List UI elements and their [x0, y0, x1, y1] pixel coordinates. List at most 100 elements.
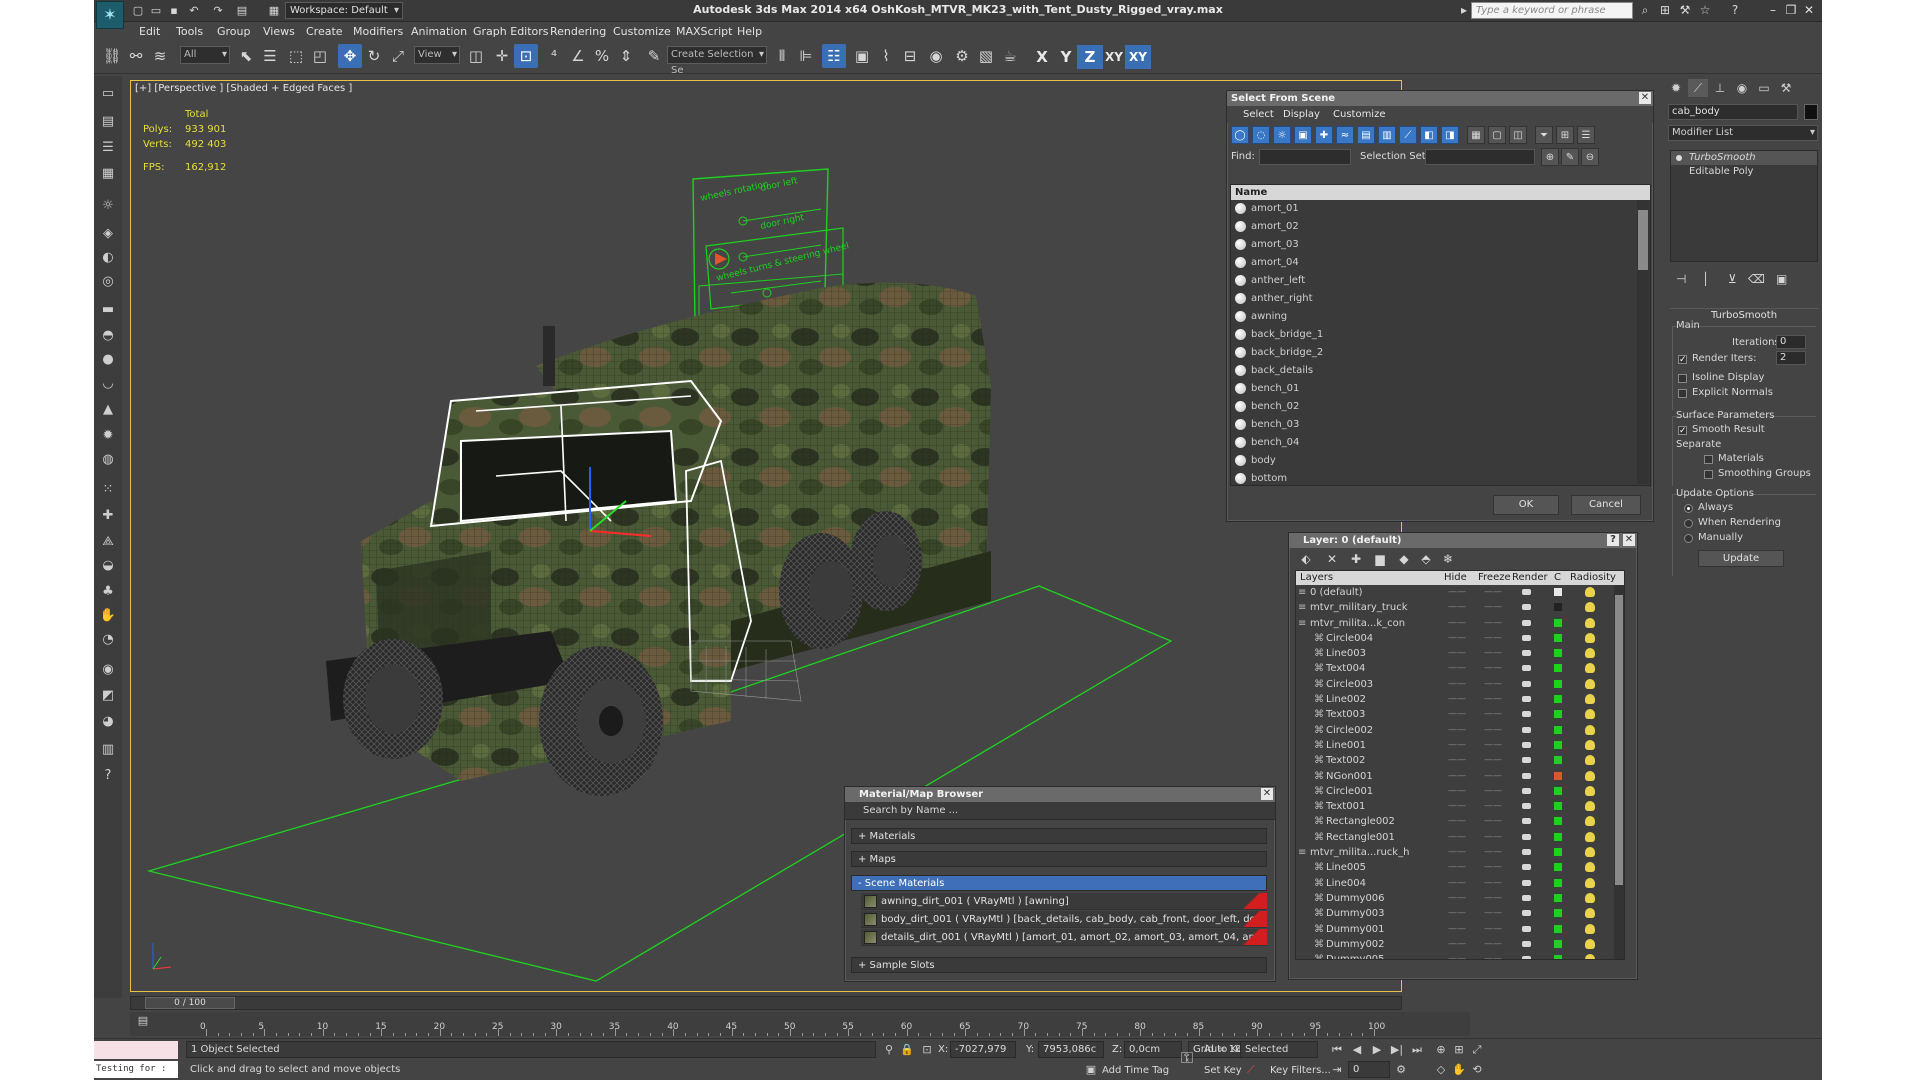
select-object-icon[interactable]: ⬉ [234, 44, 258, 68]
menu-maxscript[interactable]: MAXScript [676, 25, 732, 38]
stack-item-editable-poly[interactable]: Editable Poly [1671, 165, 1817, 179]
render-teapot-icon[interactable] [1522, 910, 1531, 917]
radiosity-bulb-icon[interactable] [1585, 892, 1595, 903]
render-teapot-icon[interactable] [1522, 634, 1531, 641]
layer-color-swatch[interactable] [1554, 817, 1562, 826]
hide-toggle[interactable]: —— [1448, 585, 1466, 600]
filter-cameras-icon[interactable]: ▣ [1294, 126, 1312, 144]
layer-object-row[interactable]: ⌘ Rectangle002 —— —— [1296, 814, 1624, 829]
sun-icon[interactable]: ✹ [98, 426, 118, 446]
select-from-scene-titlebar[interactable]: Select From Scene ✕ [1227, 91, 1653, 106]
filter-geometry-icon[interactable]: ◯ [1231, 126, 1249, 144]
render-sphere-icon[interactable]: ◕ [98, 712, 118, 732]
key-mode-dropdown[interactable]: Selected [1240, 1041, 1318, 1058]
open-file-icon[interactable]: ▭ [148, 3, 164, 18]
helper-icon[interactable]: ✚ [98, 506, 118, 526]
hide-toggle[interactable]: —— [1448, 661, 1466, 676]
zoom-all-icon[interactable]: ⊞ [1452, 1043, 1466, 1057]
new-file-icon[interactable]: ▢ [130, 3, 146, 18]
hide-toggle[interactable]: —— [1448, 753, 1466, 768]
x-coordinate-field[interactable]: -7027,979 [950, 1041, 1016, 1058]
utilities-tab-icon[interactable]: ⚒ [1776, 79, 1796, 97]
lock-icon[interactable]: 🔒 [900, 1043, 914, 1057]
layer-name[interactable]: Dummy005 [1326, 952, 1385, 959]
edit-named-selection-icon[interactable]: ✎ [642, 44, 666, 68]
axis-xy-button[interactable]: XY [1101, 45, 1127, 69]
absolute-mode-icon[interactable]: ⊡ [920, 1043, 934, 1057]
favorites-star-icon[interactable]: ☆ [1697, 3, 1713, 18]
layer-color-swatch[interactable] [1554, 848, 1562, 857]
hide-toggle[interactable]: —— [1448, 616, 1466, 631]
layer-color-swatch[interactable] [1554, 603, 1562, 612]
freeze-toggle[interactable]: —— [1484, 937, 1502, 952]
render-teapot-icon[interactable] [1522, 757, 1531, 764]
sfs-filter-icon[interactable]: ⏷ [1535, 126, 1553, 144]
layer-name[interactable]: Line004 [1326, 876, 1366, 891]
show-end-result-icon[interactable]: │ [1702, 272, 1709, 286]
select-none-icon[interactable]: ▢ [1488, 126, 1506, 144]
freeze-toggle[interactable]: —— [1484, 891, 1502, 906]
layer-color-swatch[interactable] [1554, 832, 1562, 841]
time-configuration-icon[interactable]: ⚙ [1394, 1063, 1408, 1077]
create-layer-icon[interactable]: ⬖ [1297, 551, 1315, 567]
radiosity-bulb-icon[interactable] [1585, 847, 1595, 858]
scene-object-row[interactable]: bench_02 [1231, 398, 1650, 416]
separate-smoothing-groups-checkbox[interactable] [1704, 470, 1713, 479]
redo-icon[interactable]: ↷ [210, 3, 226, 18]
freeze-toggle[interactable]: —— [1484, 876, 1502, 891]
layer-object-row[interactable]: ⌘ NGon001 —— —— [1296, 769, 1624, 784]
layer-name[interactable]: Rectangle001 [1326, 830, 1395, 845]
freeze-toggle[interactable]: —— [1484, 753, 1502, 768]
layer-name[interactable]: Text001 [1326, 799, 1365, 814]
scene-object-row[interactable]: bench_03 [1231, 416, 1650, 434]
help-icon[interactable]: ? [1607, 534, 1619, 546]
zoom-icon[interactable]: ⊕ [1434, 1043, 1448, 1057]
menu-group[interactable]: Group [217, 25, 251, 38]
radiosity-bulb-icon[interactable] [1585, 739, 1595, 750]
layer-name[interactable]: mtvr_military_truck [1310, 600, 1408, 615]
binoculars-icon[interactable]: ⌕ [1637, 3, 1653, 18]
radiosity-bulb-icon[interactable] [1585, 587, 1595, 597]
unlink-icon[interactable]: ⚯ [124, 44, 148, 68]
sphere-blue-icon[interactable]: ◉ [98, 660, 118, 680]
radiosity-bulb-icon[interactable] [1585, 602, 1595, 613]
layer-object-row[interactable]: ⌘ Circle004 —— —— [1296, 631, 1624, 646]
radiosity-bulb-icon[interactable] [1585, 923, 1595, 934]
axis-y-button[interactable]: Y [1053, 45, 1079, 69]
cone-icon[interactable]: ▲ [98, 400, 118, 420]
hide-toggle[interactable]: —— [1448, 876, 1466, 891]
scene-object-row[interactable]: bottom [1231, 470, 1650, 485]
sfs-menu-select[interactable]: Select [1243, 109, 1274, 120]
freeze-toggle[interactable]: —— [1484, 723, 1502, 738]
radiosity-bulb-icon[interactable] [1585, 954, 1595, 959]
layer-row[interactable]: ≡ mtvr_military_truck —— —— [1296, 600, 1624, 615]
layer-object-row[interactable]: ⌘ Dummy006 —— —— [1296, 891, 1624, 906]
freeze-toggle[interactable]: —— [1484, 799, 1502, 814]
hide-toggle[interactable]: —— [1448, 906, 1466, 921]
sfs-object-list[interactable]: Name amort_01 amort_02 amort_03 amort_04 ant… [1230, 184, 1651, 486]
freeze-toggle[interactable]: —— [1484, 677, 1502, 692]
curve-editor-icon[interactable]: ⌇ [874, 44, 898, 68]
close-icon[interactable]: ✕ [1261, 788, 1273, 800]
layer-object-row[interactable]: ⌘ Text004 —— —— [1296, 661, 1624, 676]
layer-object-row[interactable]: ⌘ Circle003 —— —— [1296, 677, 1624, 692]
freeze-toggle[interactable]: —— [1484, 922, 1502, 937]
layer-name[interactable]: 0 (default) [1310, 585, 1363, 600]
window-crossing-icon[interactable]: ◰ [308, 44, 332, 68]
radiosity-bulb-icon[interactable] [1585, 663, 1595, 674]
freeze-toggle[interactable]: —— [1484, 906, 1502, 921]
material-editor-icon[interactable]: ◉ [924, 44, 948, 68]
scene-object-row[interactable]: anther_right [1231, 290, 1650, 308]
update-always-radio[interactable] [1684, 504, 1693, 513]
sound-icon[interactable]: ◐ [98, 248, 118, 268]
pin-stack-icon[interactable]: ⊣ [1676, 272, 1686, 286]
select-invert-icon[interactable]: ◫ [1509, 126, 1527, 144]
render-teapot-icon[interactable] [1522, 849, 1531, 856]
filter-bones-icon[interactable]: ⟋ [1399, 126, 1417, 144]
select-all-icon[interactable]: ▦ [1467, 126, 1485, 144]
search-expand-icon[interactable]: ▸ [1456, 3, 1472, 18]
app-logo-icon[interactable]: ✶ [96, 1, 124, 29]
selection-lock-icon[interactable]: ⚲ [882, 1043, 896, 1057]
sphere-icon[interactable]: ● [98, 350, 118, 370]
sfs-cancel-button[interactable]: Cancel [1571, 495, 1641, 515]
